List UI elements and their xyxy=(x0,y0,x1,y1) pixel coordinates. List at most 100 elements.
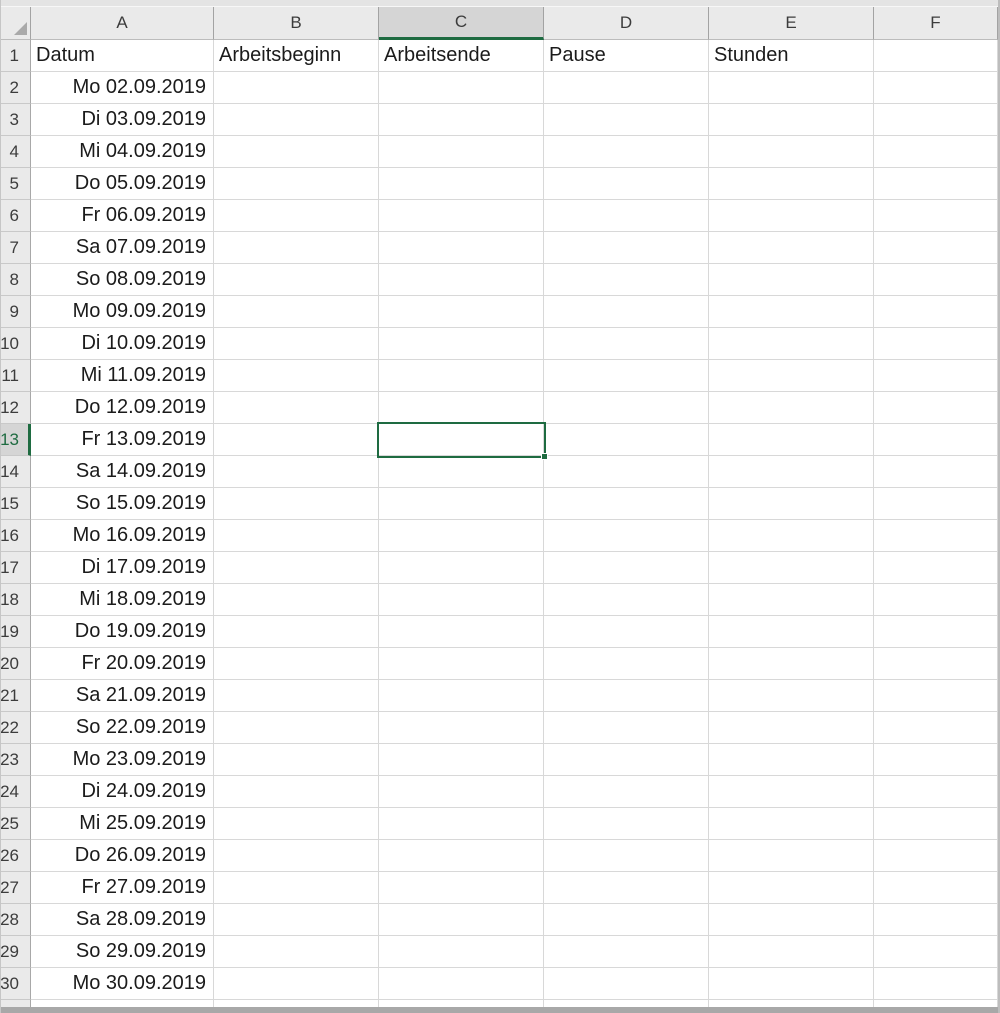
cell-A14[interactable]: Sa 14.09.2019 xyxy=(31,456,214,488)
cell-C27[interactable] xyxy=(379,872,544,904)
cell-E18[interactable] xyxy=(709,584,874,616)
cell-A6[interactable]: Fr 06.09.2019 xyxy=(31,200,214,232)
cell-E19[interactable] xyxy=(709,616,874,648)
cell-F18[interactable] xyxy=(874,584,998,616)
cell-D22[interactable] xyxy=(544,712,709,744)
cell-F27[interactable] xyxy=(874,872,998,904)
cell-C20[interactable] xyxy=(379,648,544,680)
cell-C14[interactable] xyxy=(379,456,544,488)
cell-D20[interactable] xyxy=(544,648,709,680)
cell-A3[interactable]: Di 03.09.2019 xyxy=(31,104,214,136)
cell-E26[interactable] xyxy=(709,840,874,872)
cell-A28[interactable]: Sa 28.09.2019 xyxy=(31,904,214,936)
cell-D11[interactable] xyxy=(544,360,709,392)
cell-B19[interactable] xyxy=(214,616,379,648)
cell-B13[interactable] xyxy=(214,424,379,456)
cell-B28[interactable] xyxy=(214,904,379,936)
cell-E8[interactable] xyxy=(709,264,874,296)
cell-C26[interactable] xyxy=(379,840,544,872)
cell-B3[interactable] xyxy=(214,104,379,136)
cell-C24[interactable] xyxy=(379,776,544,808)
cell-E15[interactable] xyxy=(709,488,874,520)
column-header-B[interactable]: B xyxy=(214,7,379,40)
row-header-1[interactable]: 1 xyxy=(1,40,31,72)
cell-B30[interactable] xyxy=(214,968,379,1000)
cell-D15[interactable] xyxy=(544,488,709,520)
cell-C19[interactable] xyxy=(379,616,544,648)
cell-E6[interactable] xyxy=(709,200,874,232)
cell-B10[interactable] xyxy=(214,328,379,360)
cell-D1[interactable]: Pause xyxy=(544,40,709,72)
cell-C17[interactable] xyxy=(379,552,544,584)
row-header-4[interactable]: 4 xyxy=(1,136,31,168)
cell-D4[interactable] xyxy=(544,136,709,168)
cell-A11[interactable]: Mi 11.09.2019 xyxy=(31,360,214,392)
cell-F22[interactable] xyxy=(874,712,998,744)
cell-F26[interactable] xyxy=(874,840,998,872)
cell-A13[interactable]: Fr 13.09.2019 xyxy=(31,424,214,456)
cell-A20[interactable]: Fr 20.09.2019 xyxy=(31,648,214,680)
cell-B2[interactable] xyxy=(214,72,379,104)
cell-F10[interactable] xyxy=(874,328,998,360)
cell-A5[interactable]: Do 05.09.2019 xyxy=(31,168,214,200)
cell-D2[interactable] xyxy=(544,72,709,104)
row-header-21[interactable]: 21 xyxy=(1,680,31,712)
cell-F12[interactable] xyxy=(874,392,998,424)
cell-D23[interactable] xyxy=(544,744,709,776)
row-header-17[interactable]: 17 xyxy=(1,552,31,584)
cell-F20[interactable] xyxy=(874,648,998,680)
row-header-2[interactable]: 2 xyxy=(1,72,31,104)
select-all-button[interactable] xyxy=(1,7,31,40)
cell-A1[interactable]: Datum xyxy=(31,40,214,72)
cell-F11[interactable] xyxy=(874,360,998,392)
cell-A17[interactable]: Di 17.09.2019 xyxy=(31,552,214,584)
cell-E2[interactable] xyxy=(709,72,874,104)
cell-D18[interactable] xyxy=(544,584,709,616)
row-header-30[interactable]: 30 xyxy=(1,968,31,1000)
cell-D5[interactable] xyxy=(544,168,709,200)
cell-E11[interactable] xyxy=(709,360,874,392)
cell-F29[interactable] xyxy=(874,936,998,968)
row-header-6[interactable]: 6 xyxy=(1,200,31,232)
row-header-5[interactable]: 5 xyxy=(1,168,31,200)
cell-C30[interactable] xyxy=(379,968,544,1000)
cell-B7[interactable] xyxy=(214,232,379,264)
cell-A27[interactable]: Fr 27.09.2019 xyxy=(31,872,214,904)
cell-C10[interactable] xyxy=(379,328,544,360)
cell-A12[interactable]: Do 12.09.2019 xyxy=(31,392,214,424)
cell-E20[interactable] xyxy=(709,648,874,680)
cell-C2[interactable] xyxy=(379,72,544,104)
cell-E14[interactable] xyxy=(709,456,874,488)
row-header-10[interactable]: 10 xyxy=(1,328,31,360)
cell-D12[interactable] xyxy=(544,392,709,424)
cell-B8[interactable] xyxy=(214,264,379,296)
cell-B6[interactable] xyxy=(214,200,379,232)
cell-D24[interactable] xyxy=(544,776,709,808)
cell-C1[interactable]: Arbeitsende xyxy=(379,40,544,72)
cell-C3[interactable] xyxy=(379,104,544,136)
cell-D14[interactable] xyxy=(544,456,709,488)
row-header-16[interactable]: 16 xyxy=(1,520,31,552)
cell-F28[interactable] xyxy=(874,904,998,936)
cell-C6[interactable] xyxy=(379,200,544,232)
cell-C23[interactable] xyxy=(379,744,544,776)
cell-A19[interactable]: Do 19.09.2019 xyxy=(31,616,214,648)
cell-E30[interactable] xyxy=(709,968,874,1000)
cell-F7[interactable] xyxy=(874,232,998,264)
cell-A21[interactable]: Sa 21.09.2019 xyxy=(31,680,214,712)
cell-A10[interactable]: Di 10.09.2019 xyxy=(31,328,214,360)
cell-C21[interactable] xyxy=(379,680,544,712)
row-header-24[interactable]: 24 xyxy=(1,776,31,808)
cell-E10[interactable] xyxy=(709,328,874,360)
cell-E24[interactable] xyxy=(709,776,874,808)
cell-F14[interactable] xyxy=(874,456,998,488)
cell-F17[interactable] xyxy=(874,552,998,584)
cell-F21[interactable] xyxy=(874,680,998,712)
cell-A18[interactable]: Mi 18.09.2019 xyxy=(31,584,214,616)
cell-B20[interactable] xyxy=(214,648,379,680)
row-header-28[interactable]: 28 xyxy=(1,904,31,936)
cell-B5[interactable] xyxy=(214,168,379,200)
cell-C22[interactable] xyxy=(379,712,544,744)
cell-F25[interactable] xyxy=(874,808,998,840)
cell-C28[interactable] xyxy=(379,904,544,936)
